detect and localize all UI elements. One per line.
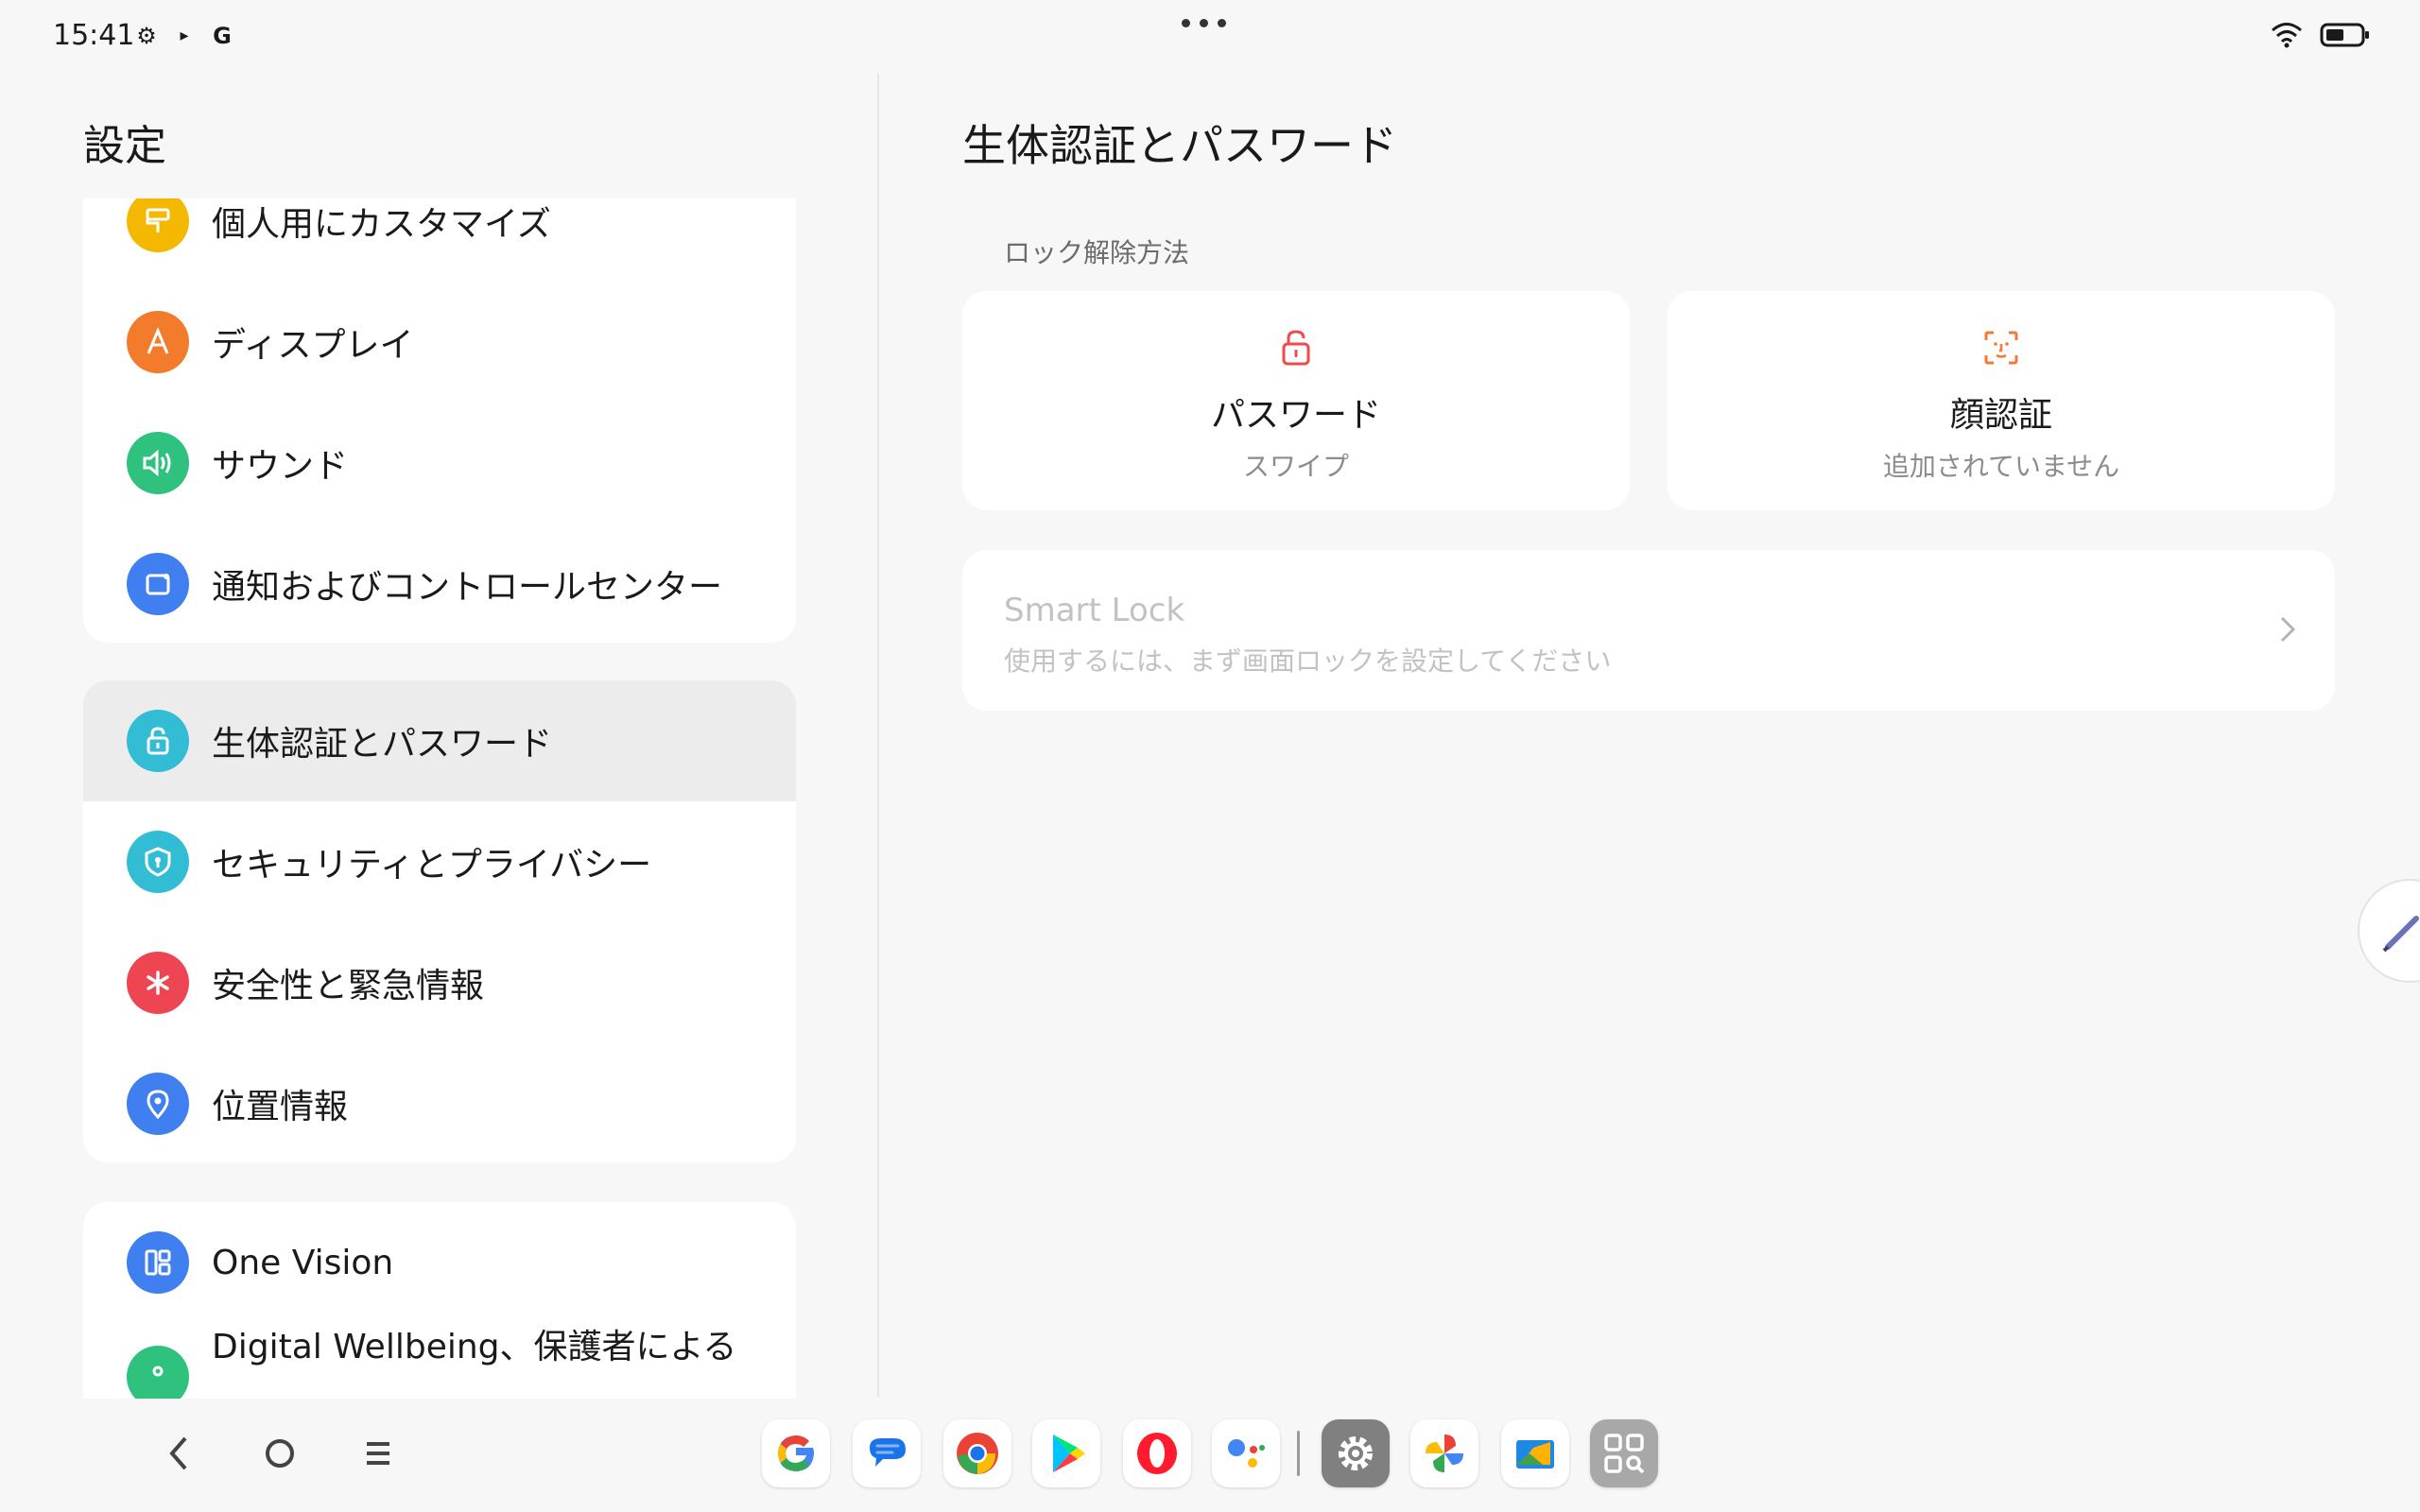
settings-group-wellbeing: One Vision Digital Wellbeing、保護者による xyxy=(83,1202,796,1399)
password-option-title: パスワード xyxy=(1210,396,1381,435)
opera-icon xyxy=(1137,1433,1177,1474)
face-unlock-option-subtitle: 追加されていません xyxy=(1882,451,2120,482)
face-unlock-option-title: 顔認証 xyxy=(1949,396,2052,435)
chevron-right-icon xyxy=(2280,616,2296,643)
grid-search-icon xyxy=(1604,1434,1645,1474)
screen: 15:41 ⚙ ▸ G 設定 個人用にカスタマイズ ディスプレイ サウンド 通知… xyxy=(0,0,2420,1512)
files-app[interactable] xyxy=(1501,1419,1569,1487)
settings-group-security: 生体認証とパスワード セキュリティとプライバシー 安全性と緊急情報 位置情報 xyxy=(83,680,796,1162)
wellbeing-icon xyxy=(127,1346,189,1399)
gear-icon xyxy=(1339,1436,1373,1470)
settings-title: 設定 xyxy=(83,122,166,170)
sidebar-item-customize[interactable]: 個人用にカスタマイズ xyxy=(83,198,796,282)
sidebar-item-biometrics[interactable]: 生体認証とパスワード xyxy=(83,680,796,801)
assistant-icon xyxy=(1228,1439,1265,1468)
status-bar: 15:41 ⚙ ▸ G xyxy=(0,0,2420,72)
battery-icon xyxy=(2320,23,2369,47)
google-icon xyxy=(778,1435,814,1471)
opera-app[interactable] xyxy=(1123,1419,1191,1487)
battery-saver-icon: ▸ xyxy=(180,26,189,45)
page-title: 生体認証とパスワード xyxy=(962,120,1397,171)
sidebar-item-label: ディスプレイ xyxy=(212,326,414,365)
settings-group-personal: 個人用にカスタマイズ ディスプレイ サウンド 通知およびコントロールセンター xyxy=(83,198,796,643)
sidebar-item-label: 個人用にカスタマイズ xyxy=(212,205,551,244)
smart-lock-subtitle: 使用するには、まず画面ロックを設定してください xyxy=(1004,645,1612,677)
sidebar-item-label: セキュリティとプライバシー xyxy=(212,846,652,885)
multi-window-handle[interactable] xyxy=(1182,19,1226,27)
sidebar-item-label: One Vision xyxy=(212,1243,394,1282)
home-icon[interactable] xyxy=(251,1431,308,1476)
display-a-icon xyxy=(127,311,189,373)
sidebar-item-one-vision[interactable]: One Vision xyxy=(83,1202,796,1323)
paint-roller-icon xyxy=(127,198,189,252)
play-store-app[interactable] xyxy=(1032,1419,1100,1487)
sidebar-item-safety-emergency[interactable]: 安全性と緊急情報 xyxy=(83,922,796,1043)
app-library[interactable] xyxy=(1590,1419,1658,1487)
chrome-icon xyxy=(957,1433,998,1474)
lock-icon xyxy=(127,710,189,772)
sidebar-item-label: Digital Wellbeing、保護者による xyxy=(212,1328,737,1366)
sidebar-item-display[interactable]: ディスプレイ xyxy=(83,282,796,403)
lock-icon xyxy=(1282,330,1310,366)
location-pin-icon xyxy=(127,1073,189,1135)
sidebar-item-label: 位置情報 xyxy=(212,1088,349,1126)
messages-app[interactable] xyxy=(853,1419,921,1487)
status-icons-right xyxy=(2271,21,2371,49)
status-icons-left: ⚙ ▸ G xyxy=(134,23,234,49)
face-unlock-option-card[interactable]: 顔認証 追加されていません xyxy=(1668,291,2335,510)
sidebar-item-digital-wellbeing[interactable]: Digital Wellbeing、保護者による xyxy=(83,1308,796,1399)
pencil-icon xyxy=(2382,916,2419,953)
sidebar-item-label: 通知およびコントロールセンター xyxy=(212,568,723,607)
notification-icon xyxy=(127,553,189,615)
google-icon: G xyxy=(213,23,232,49)
smart-lock-title: Smart Lock xyxy=(1004,592,1185,629)
dock-separator xyxy=(1297,1431,1300,1476)
message-bubble-icon xyxy=(870,1438,906,1467)
pinwheel-icon xyxy=(1426,1435,1463,1472)
sidebar-item-location[interactable]: 位置情報 xyxy=(83,1043,796,1162)
panel-divider xyxy=(877,74,879,1397)
assistant-app[interactable] xyxy=(1212,1419,1280,1487)
status-time: 15:41 xyxy=(53,19,135,52)
face-scan-icon xyxy=(1984,331,2018,365)
password-option-card[interactable]: パスワード スワイプ xyxy=(962,291,1630,510)
google-app[interactable] xyxy=(762,1419,830,1487)
shield-icon xyxy=(127,831,189,893)
sidebar-item-sound[interactable]: サウンド xyxy=(83,403,796,524)
settings-app[interactable] xyxy=(1322,1419,1390,1487)
wifi-icon xyxy=(2272,23,2302,48)
sidebar-item-label: 安全性と緊急情報 xyxy=(212,967,485,1005)
settings-list[interactable]: 個人用にカスタマイズ ディスプレイ サウンド 通知およびコントロールセンター 生… xyxy=(83,198,796,1399)
speaker-icon xyxy=(127,432,189,494)
sidebar-item-label: サウンド xyxy=(212,447,349,486)
sidebar-item-notifications[interactable]: 通知およびコントロールセンター xyxy=(83,524,796,643)
section-label-unlock-method: ロック解除方法 xyxy=(1004,237,1190,268)
smart-lock-row[interactable]: Smart Lock 使用するには、まず画面ロックを設定してください xyxy=(962,550,2335,711)
back-icon[interactable] xyxy=(151,1431,208,1476)
play-store-icon xyxy=(1053,1435,1085,1472)
asterisk-icon xyxy=(127,952,189,1014)
edit-floating-button[interactable] xyxy=(2358,879,2420,983)
folder-icon xyxy=(1516,1440,1554,1469)
recents-icon[interactable] xyxy=(350,1431,406,1476)
chrome-app[interactable] xyxy=(943,1419,1011,1487)
photos-app[interactable] xyxy=(1410,1419,1478,1487)
layout-icon xyxy=(127,1231,189,1294)
sidebar-item-security-privacy[interactable]: セキュリティとプライバシー xyxy=(83,801,796,922)
password-option-subtitle: スワイプ xyxy=(1242,451,1349,482)
gear-icon: ⚙ xyxy=(136,23,157,49)
sidebar-item-label: 生体認証とパスワード xyxy=(212,725,553,764)
